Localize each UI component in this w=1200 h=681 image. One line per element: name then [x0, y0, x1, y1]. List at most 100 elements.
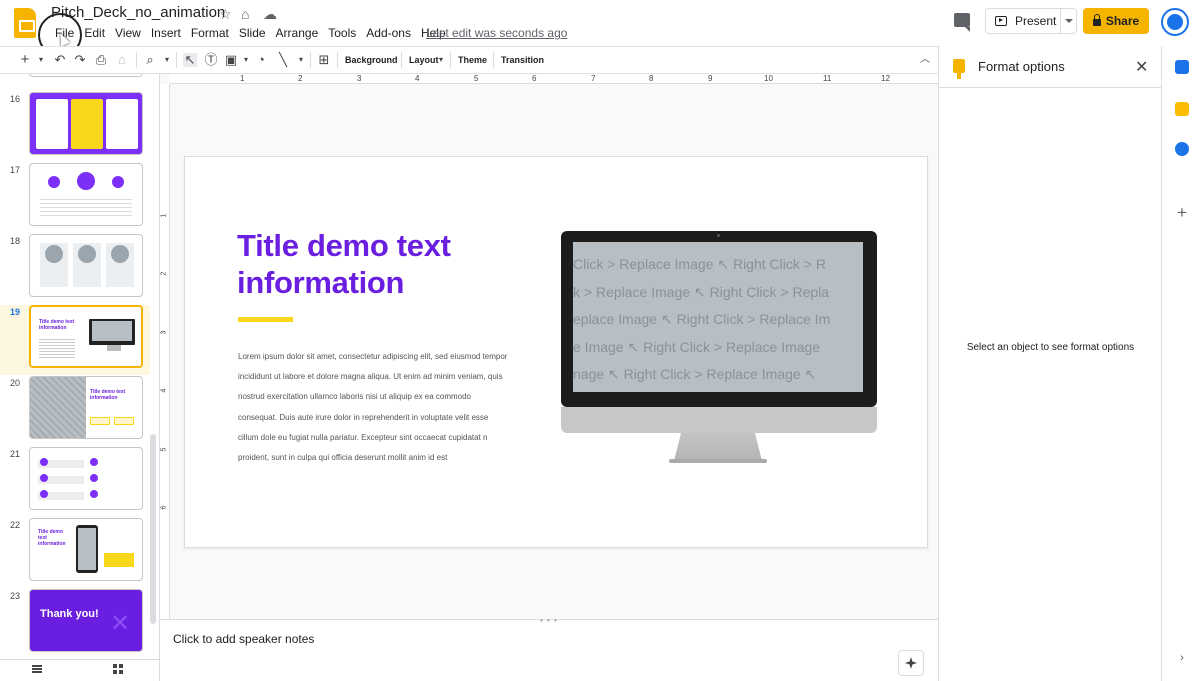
slide-thumbnail-21[interactable]: 21	[0, 447, 150, 517]
menu-bar: File Edit View Insert Format Slide Arran…	[50, 26, 451, 40]
get-addons-plus-icon[interactable]: +	[1175, 204, 1189, 221]
slide-thumbnail-18[interactable]: 18	[0, 234, 150, 304]
filmstrip-scrollbar[interactable]	[150, 434, 156, 624]
horizontal-ruler[interactable]: 1 2 3 4 5 6 7 8 9 10 11 12	[170, 74, 938, 84]
present-icon	[995, 16, 1007, 26]
slide-thumbnail-16[interactable]: 16	[0, 92, 150, 162]
slide-preview	[29, 92, 143, 155]
account-avatar[interactable]	[1161, 8, 1189, 36]
share-button[interactable]: Share	[1083, 8, 1149, 34]
format-paint-icon	[953, 59, 965, 79]
chevron-right-icon[interactable]: ›	[1175, 652, 1189, 666]
text-box-icon[interactable]: Ⓣ	[204, 53, 218, 67]
add-comment-icon[interactable]: ⊞	[317, 53, 331, 67]
line-icon[interactable]: ╲	[276, 53, 290, 67]
document-title[interactable]: Pitch_Deck_no_animation	[51, 4, 225, 21]
slide-thumbnail-23[interactable]: 23 Thank you! ✕	[0, 589, 150, 659]
zoom-icon[interactable]: ⌕	[143, 53, 157, 67]
menu-insert[interactable]: Insert	[146, 26, 186, 40]
title-bar: Pitch_Deck_no_animation ☆ ⌂ ☁ File Edit …	[0, 0, 1200, 57]
menu-slide[interactable]: Slide	[234, 26, 271, 40]
placeholder-text-line: e Image ↖ Right Click > Replace Image	[573, 339, 821, 355]
notes-resize-handle[interactable]: • • •	[540, 616, 558, 625]
placeholder-text-line: k > Replace Image ↖ Right Click > Repla	[573, 284, 830, 300]
present-options-dropdown[interactable]	[1060, 9, 1076, 33]
vertical-ruler[interactable]: 1 2 3 4 5 6	[160, 84, 170, 619]
share-label: Share	[1105, 14, 1140, 28]
filmstrip-view-toggle	[0, 659, 160, 681]
redo-icon[interactable]: ↷	[73, 53, 87, 67]
menu-arrange[interactable]: Arrange	[271, 26, 324, 40]
menu-view[interactable]: View	[110, 26, 146, 40]
slide-thumbnail-22[interactable]: 22 Title demo text information	[0, 518, 150, 588]
placeholder-text-line: nage ↖ Right Click > Replace Image ↖	[573, 366, 817, 382]
slide-number: 18	[10, 236, 21, 246]
slide-thumbnail-17[interactable]: 17	[0, 163, 150, 233]
menu-format[interactable]: Format	[186, 26, 234, 40]
panel-divider	[939, 87, 1162, 88]
cloud-status-icon[interactable]: ☁	[263, 6, 277, 22]
line-dropdown-icon[interactable]: ▾	[294, 53, 308, 67]
print-icon[interactable]: ⎙	[94, 53, 108, 67]
comment-history-icon[interactable]	[954, 13, 970, 32]
side-panel: + ›	[1161, 46, 1200, 681]
image-icon[interactable]: ▣	[224, 53, 238, 67]
slide-title-text[interactable]: Title demo text information	[237, 227, 527, 301]
toolbar-divider	[136, 52, 137, 68]
toolbar-divider	[450, 52, 451, 68]
slide-filmstrip[interactable]: 16 17 18 19 Title demo text information …	[0, 74, 160, 659]
theme-button[interactable]: Theme	[458, 55, 487, 65]
menu-addons[interactable]: Add-ons	[361, 26, 416, 40]
monitor-mockup[interactable]: Click > Replace Image ↖ Right Click > R …	[561, 231, 877, 466]
monitor-stand	[674, 433, 762, 461]
layout-dropdown-icon[interactable]: ▾	[434, 53, 448, 67]
slide-preview: Title demo text information	[29, 305, 143, 368]
menu-edit[interactable]: Edit	[79, 26, 110, 40]
explore-button[interactable]	[898, 650, 924, 676]
format-options-empty-message: Select an object to see format options	[966, 342, 1135, 353]
slides-logo-icon[interactable]	[14, 8, 36, 38]
close-icon[interactable]: ✕	[1135, 57, 1148, 77]
keep-icon[interactable]	[1175, 102, 1189, 116]
slide-thumbnail-15[interactable]	[0, 74, 150, 84]
image-dropdown-icon[interactable]: ▾	[239, 53, 253, 67]
star-icon[interactable]: ☆	[219, 6, 232, 22]
last-edit-link[interactable]: Last edit was seconds ago	[426, 26, 567, 40]
slide-number: 20	[10, 378, 21, 388]
slide-preview	[29, 447, 143, 510]
calendar-icon[interactable]	[1175, 60, 1189, 74]
speaker-notes-pane[interactable]: • • • Click to add speaker notes	[160, 616, 938, 681]
zoom-dropdown-icon[interactable]: ▾	[160, 53, 174, 67]
current-slide[interactable]: Title demo text information Lorem ipsum …	[184, 156, 928, 548]
accent-bar[interactable]	[238, 317, 293, 322]
toolbar-divider	[337, 52, 338, 68]
slide-number: 23	[10, 591, 21, 601]
slide-thumbnail-20[interactable]: 20 Title demo text information	[0, 376, 150, 446]
menu-tools[interactable]: Tools	[323, 26, 361, 40]
background-button[interactable]: Background	[345, 55, 398, 65]
speaker-notes-placeholder[interactable]: Click to add speaker notes	[173, 632, 314, 646]
slide-preview	[29, 163, 143, 226]
move-folder-icon[interactable]: ⌂	[241, 6, 249, 22]
slide-body-text[interactable]: Lorem ipsum dolor sit amet, consectetur …	[238, 347, 508, 468]
new-slide-dropdown-icon[interactable]: ▾	[34, 53, 48, 67]
paint-format-icon[interactable]: ⌂	[115, 53, 129, 67]
list-view-icon[interactable]	[32, 665, 42, 673]
select-cursor-icon[interactable]: ↖	[183, 53, 197, 67]
slide-thumbnail-19[interactable]: 19 Title demo text information	[0, 305, 150, 375]
shape-icon[interactable]: ◔	[254, 53, 268, 67]
new-slide-plus-icon[interactable]: +	[18, 52, 32, 67]
toolbar-divider	[176, 52, 177, 68]
toolbar-divider	[493, 52, 494, 68]
monitor-camera	[717, 234, 720, 237]
monitor-screen-placeholder[interactable]: Click > Replace Image ↖ Right Click > R …	[573, 242, 863, 392]
transition-button[interactable]: Transition	[501, 55, 544, 65]
present-button[interactable]: Present	[985, 8, 1077, 34]
tasks-icon[interactable]	[1175, 142, 1189, 156]
slide-editor-canvas[interactable]: 1 2 3 4 5 6 7 8 9 10 11 12 1 2 3 4 5 6 T…	[160, 74, 938, 619]
slide-preview: Thank you! ✕	[29, 589, 143, 652]
undo-icon[interactable]: ↶	[53, 53, 67, 67]
grid-view-icon[interactable]	[113, 664, 123, 674]
collapse-toolbar-icon[interactable]: ︿	[918, 53, 932, 67]
monitor-base	[669, 459, 767, 463]
